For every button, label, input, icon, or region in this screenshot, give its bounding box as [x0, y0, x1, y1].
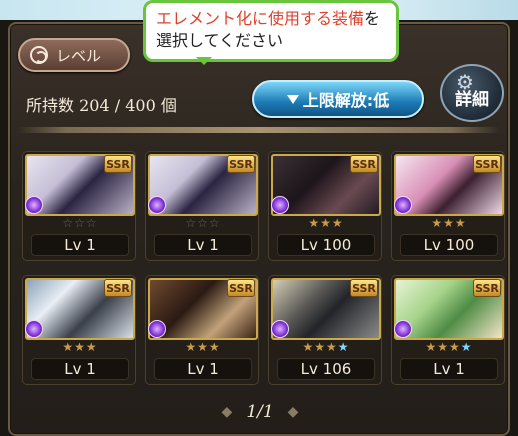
- page-indicator: 1/1: [246, 402, 274, 422]
- level-label: Lv 1: [154, 358, 252, 380]
- star-filled: ★: [320, 216, 332, 230]
- ssr-badge: SSR: [227, 279, 255, 297]
- uncap-stars: ★★★★: [392, 340, 504, 356]
- star-empty: ☆: [85, 216, 98, 230]
- dark-element-icon: [394, 196, 412, 214]
- uncap-stars: ★★★★: [269, 340, 381, 356]
- uncap-stars: ★★★: [146, 340, 258, 356]
- dark-element-icon: [148, 196, 166, 214]
- owned-separator: /: [114, 96, 121, 115]
- tooltip-rest: を: [364, 9, 381, 28]
- dark-element-icon: [148, 320, 166, 338]
- uncap-stars: ☆☆☆: [23, 216, 135, 232]
- equipment-card[interactable]: SSR ★★★ Lv 100: [391, 151, 505, 261]
- equipment-card[interactable]: SSR ★★★ Lv 1: [145, 275, 259, 385]
- star-filled: ★: [302, 340, 315, 354]
- sort-level-button[interactable]: レベル: [18, 38, 130, 72]
- star-empty: ☆: [74, 216, 86, 230]
- level-label: Lv 1: [400, 358, 498, 380]
- star-empty: ☆: [197, 216, 209, 230]
- star-filled: ★: [208, 340, 221, 354]
- equipment-card[interactable]: SSR ☆☆☆ Lv 1: [22, 151, 136, 261]
- equipment-card[interactable]: SSR ★★★ Lv 1: [22, 275, 136, 385]
- star-filled: ★: [437, 340, 449, 354]
- owned-current: 204: [79, 96, 110, 115]
- star-filled: ★: [425, 340, 438, 354]
- star-filled: ★: [326, 340, 338, 354]
- dark-element-icon: [25, 196, 43, 214]
- triangle-down-icon: [286, 94, 299, 104]
- star-filled: ★: [185, 340, 198, 354]
- equipment-grid: SSR ☆☆☆ Lv 1 SSR ☆☆☆ Lv 1 SSR ★★★ Lv 100…: [22, 151, 512, 391]
- gear-icon: ⚙: [456, 70, 474, 94]
- star-filled: ★: [74, 340, 86, 354]
- star-empty: ☆: [208, 216, 221, 230]
- chevron-right-icon[interactable]: ◆: [288, 404, 299, 420]
- equipment-card[interactable]: SSR ★★★ Lv 100: [268, 151, 382, 261]
- star-filled: ★: [454, 216, 467, 230]
- star-filled: ★: [85, 340, 98, 354]
- star-filled: ★: [62, 340, 75, 354]
- ssr-badge: SSR: [227, 155, 255, 173]
- owned-unit: 個: [160, 96, 177, 115]
- uncap-stars: ★★★: [392, 216, 504, 232]
- uncap-stars: ★★★: [23, 340, 135, 356]
- sort-level-label: レベル: [56, 46, 102, 65]
- star-filled: ★: [197, 340, 209, 354]
- limit-break-filter-button[interactable]: 上限解放:低: [252, 80, 424, 118]
- ssr-badge: SSR: [350, 155, 378, 173]
- chevron-left-icon[interactable]: ◆: [222, 404, 233, 420]
- tooltip-highlight: エレメント化に使用する装備: [156, 9, 365, 28]
- ssr-badge: SSR: [473, 279, 501, 297]
- instruction-tooltip: エレメント化に使用する装備を 選択してください: [143, 0, 399, 65]
- uncap-stars: ☆☆☆: [146, 216, 258, 232]
- ssr-badge: SSR: [350, 279, 378, 297]
- dark-element-icon: [271, 320, 289, 338]
- owned-label: 所持数: [26, 96, 75, 115]
- uncap-stars: ★★★: [269, 216, 381, 232]
- owned-count: 所持数 204 / 400 個: [26, 92, 177, 116]
- star-filled: ★: [449, 340, 461, 354]
- dark-element-icon: [271, 196, 289, 214]
- level-label: Lv 1: [31, 358, 129, 380]
- level-label: Lv 100: [277, 234, 375, 256]
- divider: [18, 127, 500, 133]
- equipment-card[interactable]: SSR ☆☆☆ Lv 1: [145, 151, 259, 261]
- equipment-card[interactable]: SSR ★★★★ Lv 1: [391, 275, 505, 385]
- ssr-badge: SSR: [104, 155, 132, 173]
- star-filled: ★: [331, 216, 344, 230]
- star-filled: ★: [314, 340, 326, 354]
- level-label: Lv 1: [31, 234, 129, 256]
- pagination: ◆ 1/1 ◆: [200, 400, 320, 424]
- dark-element-icon: [25, 320, 43, 338]
- ssr-badge: SSR: [104, 279, 132, 297]
- refresh-icon: [30, 46, 48, 64]
- star-blue: ★: [460, 340, 473, 354]
- equipment-card[interactable]: SSR ★★★★ Lv 106: [268, 275, 382, 385]
- star-empty: ☆: [185, 216, 198, 230]
- owned-max: 400: [125, 96, 156, 115]
- level-label: Lv 1: [154, 234, 252, 256]
- dark-element-icon: [394, 320, 412, 338]
- star-blue: ★: [337, 340, 350, 354]
- level-label: Lv 100: [400, 234, 498, 256]
- tooltip-line2: 選択してください: [156, 31, 284, 50]
- limit-break-label: 上限解放:低: [302, 91, 390, 110]
- star-filled: ★: [308, 216, 321, 230]
- level-label: Lv 106: [277, 358, 375, 380]
- ssr-badge: SSR: [473, 155, 501, 173]
- star-filled: ★: [431, 216, 444, 230]
- star-empty: ☆: [62, 216, 75, 230]
- detail-button[interactable]: ⚙ 詳細: [440, 64, 504, 122]
- star-filled: ★: [443, 216, 455, 230]
